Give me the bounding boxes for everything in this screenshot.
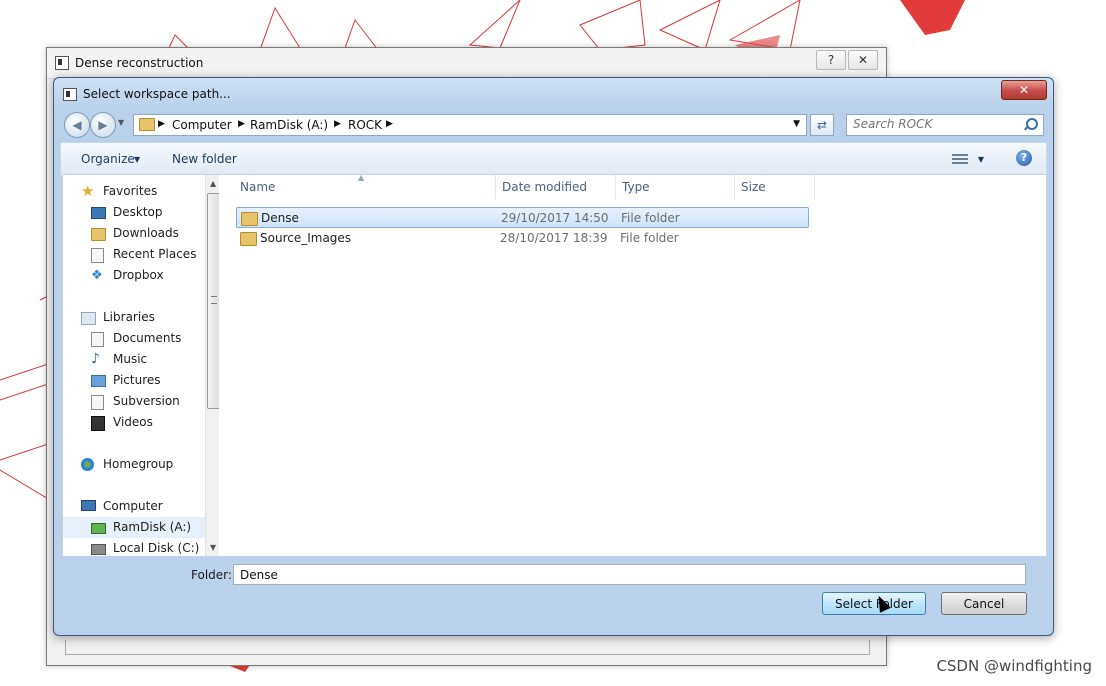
help-icon[interactable]: ? (1016, 150, 1032, 166)
computer-icon (81, 500, 96, 511)
column-header-type[interactable]: Type (616, 175, 735, 199)
file-name: Dense (261, 211, 299, 225)
address-row: ◀ ▶ ▼ ▶ Computer ▶ RamDisk (A:) ▶ ROCK ▶… (60, 110, 1047, 140)
content-area: ★ Favorites Desktop Downloads Recent Plac… (62, 173, 1047, 557)
new-folder-button[interactable]: New folder (172, 152, 237, 166)
chevron-down-icon[interactable]: ▼ (793, 119, 800, 129)
homegroup-icon (81, 458, 94, 471)
back-button[interactable]: ◀ (64, 112, 90, 138)
forward-button[interactable]: ▶ (90, 112, 116, 138)
nav-label: Homegroup (103, 457, 174, 471)
nav-label: RamDisk (A:) (113, 520, 192, 534)
file-row[interactable]: Source_Images 28/10/2017 18:39 File fold… (236, 228, 809, 249)
back-window-panel (65, 640, 870, 655)
nav-label: Dropbox (113, 268, 164, 282)
nav-ramdisk[interactable]: RamDisk (A:) (63, 517, 205, 538)
breadcrumb-ramdisk[interactable]: RamDisk (A:) (250, 118, 328, 132)
file-row[interactable]: Dense 29/10/2017 14:50 File folder (236, 207, 809, 228)
recent-locations-icon[interactable]: ▼ (118, 118, 124, 127)
dropbox-icon: ❖ (91, 268, 103, 283)
organize-button[interactable]: Organize (81, 152, 135, 166)
nav-label: Downloads (113, 226, 179, 240)
dialog-title: Select workspace path... (83, 87, 231, 101)
close-button[interactable]: ✕ (848, 50, 878, 70)
breadcrumb-arrow-icon[interactable]: ▶ (238, 119, 245, 129)
subversion-icon (91, 395, 104, 410)
chevron-down-icon: ▼ (134, 155, 141, 164)
nav-label: Local Disk (C:) (113, 541, 200, 555)
breadcrumb-computer[interactable]: Computer (172, 118, 232, 132)
scroll-down-icon[interactable]: ▼ (210, 543, 216, 552)
address-bar[interactable]: ▶ Computer ▶ RamDisk (A:) ▶ ROCK ▶ ▼ (133, 114, 807, 136)
file-list: ▲ Name Date modified Type Size Dense 29/… (222, 173, 1046, 556)
nav-scrollbar[interactable]: ▲ ▼ (205, 175, 219, 556)
breadcrumb-arrow-icon[interactable]: ▶ (158, 119, 165, 129)
dialog-titlebar: Select workspace path... ✕ (54, 78, 1053, 108)
nav-label: Recent Places (113, 247, 197, 261)
cancel-button[interactable]: Cancel (941, 592, 1027, 615)
navigation-pane: ★ Favorites Desktop Downloads Recent Plac… (63, 175, 219, 556)
app-icon (63, 88, 77, 101)
back-window-title: Dense reconstruction (75, 56, 204, 70)
nav-label: Desktop (113, 205, 163, 219)
chevron-down-icon[interactable]: ▼ (978, 155, 984, 164)
back-window-controls: ? ✕ (816, 50, 878, 70)
documents-icon (91, 332, 104, 347)
libraries-icon (81, 312, 96, 325)
search-box (846, 114, 1044, 136)
nav-label: Videos (113, 415, 153, 429)
nav-label: Subversion (113, 394, 180, 408)
select-folder-button[interactable]: Select Folder (822, 592, 926, 615)
star-icon: ★ (81, 182, 95, 200)
scrollbar-thumb[interactable] (207, 193, 219, 409)
search-input[interactable] (847, 115, 1029, 133)
search-icon[interactable] (1026, 118, 1038, 130)
file-date: 28/10/2017 18:39 (500, 231, 608, 245)
breadcrumb-arrow-icon[interactable]: ▶ (386, 119, 393, 129)
desktop-icon (91, 207, 106, 219)
column-header-size[interactable]: Size (735, 175, 815, 199)
back-window-titlebar: Dense reconstruction ? ✕ (47, 48, 886, 79)
grip-icon (211, 296, 217, 304)
scroll-up-icon[interactable]: ▲ (210, 179, 216, 188)
column-header-date[interactable]: Date modified (496, 175, 616, 199)
drive-icon (91, 544, 106, 555)
folder-icon (139, 118, 155, 131)
drive-icon (91, 523, 106, 534)
app-icon (55, 56, 69, 70)
downloads-icon (91, 228, 106, 241)
close-button[interactable]: ✕ (1001, 80, 1047, 100)
folder-icon (241, 212, 258, 226)
folder-icon (240, 232, 257, 246)
nav-label: Documents (113, 331, 182, 345)
nav-label: Pictures (113, 373, 161, 387)
select-folder-dialog: Select workspace path... ✕ ◀ ▶ ▼ ▶ Compu… (53, 77, 1054, 636)
view-options-icon[interactable] (952, 154, 968, 166)
nav-label: Favorites (103, 184, 158, 198)
nav-label: Music (113, 352, 148, 366)
file-name: Source_Images (260, 231, 352, 245)
folder-input[interactable] (233, 564, 1026, 585)
breadcrumb-rock[interactable]: ROCK (348, 118, 382, 132)
watermark: CSDN @windfighting (936, 657, 1092, 675)
toolbar: Organize ▼ New folder ▼ ? (60, 142, 1047, 176)
recent-places-icon (91, 248, 104, 263)
column-header-name[interactable]: Name (234, 175, 496, 199)
music-icon: ♪ (91, 351, 100, 367)
nav-label: Libraries (103, 310, 155, 324)
help-button[interactable]: ? (816, 50, 846, 70)
breadcrumb-arrow-icon[interactable]: ▶ (334, 119, 341, 129)
videos-icon (91, 416, 105, 431)
file-date: 29/10/2017 14:50 (501, 211, 609, 225)
folder-label: Folder: (191, 568, 232, 582)
nav-label: Computer (103, 499, 163, 513)
file-type: File folder (621, 211, 680, 225)
file-type: File folder (620, 231, 679, 245)
pictures-icon (91, 375, 106, 387)
refresh-button[interactable]: ⇄ (810, 114, 834, 136)
